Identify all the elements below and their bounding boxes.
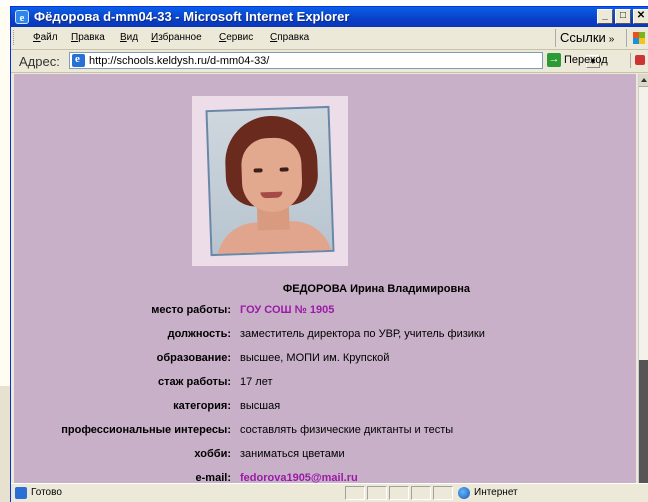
status-text: Готово bbox=[31, 487, 62, 498]
address-label: Адрес: bbox=[19, 54, 60, 69]
status-pane-1 bbox=[345, 486, 365, 500]
internet-zone-icon bbox=[458, 487, 470, 499]
close-button[interactable]: ✕ bbox=[633, 9, 648, 24]
go-button[interactable]: → Переход bbox=[547, 53, 608, 67]
window-controls: _ □ ✕ bbox=[597, 9, 648, 24]
vertical-scrollbar[interactable] bbox=[638, 74, 648, 483]
education-value: высшее, МОПИ им. Крупской bbox=[240, 352, 390, 364]
workplace-label: место работы: bbox=[151, 304, 231, 316]
person-name: ФЕДОРОВА Ирина Владимировна bbox=[282, 283, 470, 295]
go-arrow-icon: → bbox=[547, 53, 561, 67]
photo-left-eye bbox=[253, 168, 263, 173]
photo-face bbox=[240, 136, 304, 213]
hobby-label: хобби: bbox=[194, 448, 231, 460]
info-row-experience: стаж работы: 17 лет bbox=[14, 376, 636, 392]
status-pane-5 bbox=[433, 486, 453, 500]
status-pane-2 bbox=[367, 486, 387, 500]
experience-value: 17 лет bbox=[240, 376, 273, 388]
address-bar: Адрес: http://schools.keldysh.ru/d-mm04-… bbox=[11, 50, 648, 73]
address-input[interactable]: http://schools.keldysh.ru/d-mm04-33/ ▼ bbox=[69, 52, 600, 69]
photo-right-eye bbox=[279, 167, 289, 172]
category-value: высшая bbox=[240, 400, 281, 412]
position-value: заместитель директора по УВР, учитель фи… bbox=[240, 328, 485, 340]
minimize-button[interactable]: _ bbox=[597, 9, 613, 24]
scroll-thumb[interactable] bbox=[639, 360, 648, 483]
status-pane-3 bbox=[389, 486, 409, 500]
windows-logo-yellow bbox=[639, 38, 645, 44]
workplace-link[interactable]: ГОУ СОШ № 1905 bbox=[240, 304, 334, 316]
info-row-position: должность: заместитель директора по УВР,… bbox=[14, 328, 636, 344]
scroll-up-button[interactable] bbox=[639, 74, 648, 87]
menu-view[interactable]: Вид bbox=[120, 32, 138, 43]
menu-file[interactable]: Файл bbox=[33, 32, 58, 43]
email-link[interactable]: fedorova1905@mail.ru bbox=[240, 472, 358, 483]
page-icon bbox=[72, 53, 85, 67]
info-row-category: категория: высшая bbox=[14, 400, 636, 416]
links-chevron[interactable]: » bbox=[609, 34, 615, 45]
window-title: Фёдорова d-mm04-33 - Microsoft Internet … bbox=[34, 9, 350, 24]
info-row-education: образование: высшее, МОПИ им. Крупской bbox=[14, 352, 636, 368]
page-content: ФЕДОРОВА Ирина Владимировна место работы… bbox=[14, 74, 636, 483]
status-pane-4 bbox=[411, 486, 431, 500]
experience-label: стаж работы: bbox=[158, 376, 231, 388]
links-toolbar[interactable]: Ссылки» bbox=[555, 29, 614, 47]
email-label: e-mail: bbox=[195, 472, 231, 483]
links-label: Ссылки bbox=[560, 30, 606, 45]
ie-window: e Фёдорова d-mm04-33 - Microsoft Interne… bbox=[10, 6, 648, 502]
internet-explorer-icon[interactable]: e bbox=[15, 10, 29, 24]
interests-value: составлять физические диктанты и тесты bbox=[240, 424, 454, 436]
info-row-hobby: хобби: заниматься цветами bbox=[14, 448, 636, 464]
menu-bar: Файл Правка Вид Избранное Сервис Справка… bbox=[11, 27, 648, 50]
profile-photo-frame bbox=[192, 96, 348, 266]
toolbar-grip[interactable] bbox=[13, 30, 17, 45]
toolbar-extension-icon[interactable] bbox=[630, 53, 647, 68]
profile-photo bbox=[205, 105, 335, 257]
hobby-value: заниматься цветами bbox=[240, 448, 345, 460]
maximize-button[interactable]: □ bbox=[615, 9, 631, 24]
status-bar: Готово Интернет bbox=[11, 483, 648, 502]
address-url[interactable]: http://schools.keldysh.ru/d-mm04-33/ bbox=[89, 55, 269, 67]
position-label: должность: bbox=[167, 328, 231, 340]
info-row-interests: профессиональные интересы: составлять фи… bbox=[14, 424, 636, 440]
menu-favorites[interactable]: Избранное bbox=[151, 32, 202, 43]
education-label: образование: bbox=[156, 352, 231, 364]
title-bar[interactable]: e Фёдорова d-mm04-33 - Microsoft Interne… bbox=[11, 7, 648, 27]
interests-label: профессиональные интересы: bbox=[61, 424, 231, 436]
windows-logo-icon bbox=[626, 29, 647, 47]
category-label: категория: bbox=[173, 400, 231, 412]
page-status-icon bbox=[15, 487, 27, 499]
menu-edit[interactable]: Правка bbox=[71, 32, 105, 43]
menu-help[interactable]: Справка bbox=[270, 32, 309, 43]
info-row-email: e-mail: fedorova1905@mail.ru bbox=[14, 472, 636, 483]
menu-tools[interactable]: Сервис bbox=[219, 32, 253, 43]
info-row-workplace: место работы: ГОУ СОШ № 1905 bbox=[14, 304, 636, 320]
go-label: Переход bbox=[564, 53, 608, 66]
security-zone-label: Интернет bbox=[474, 487, 518, 498]
